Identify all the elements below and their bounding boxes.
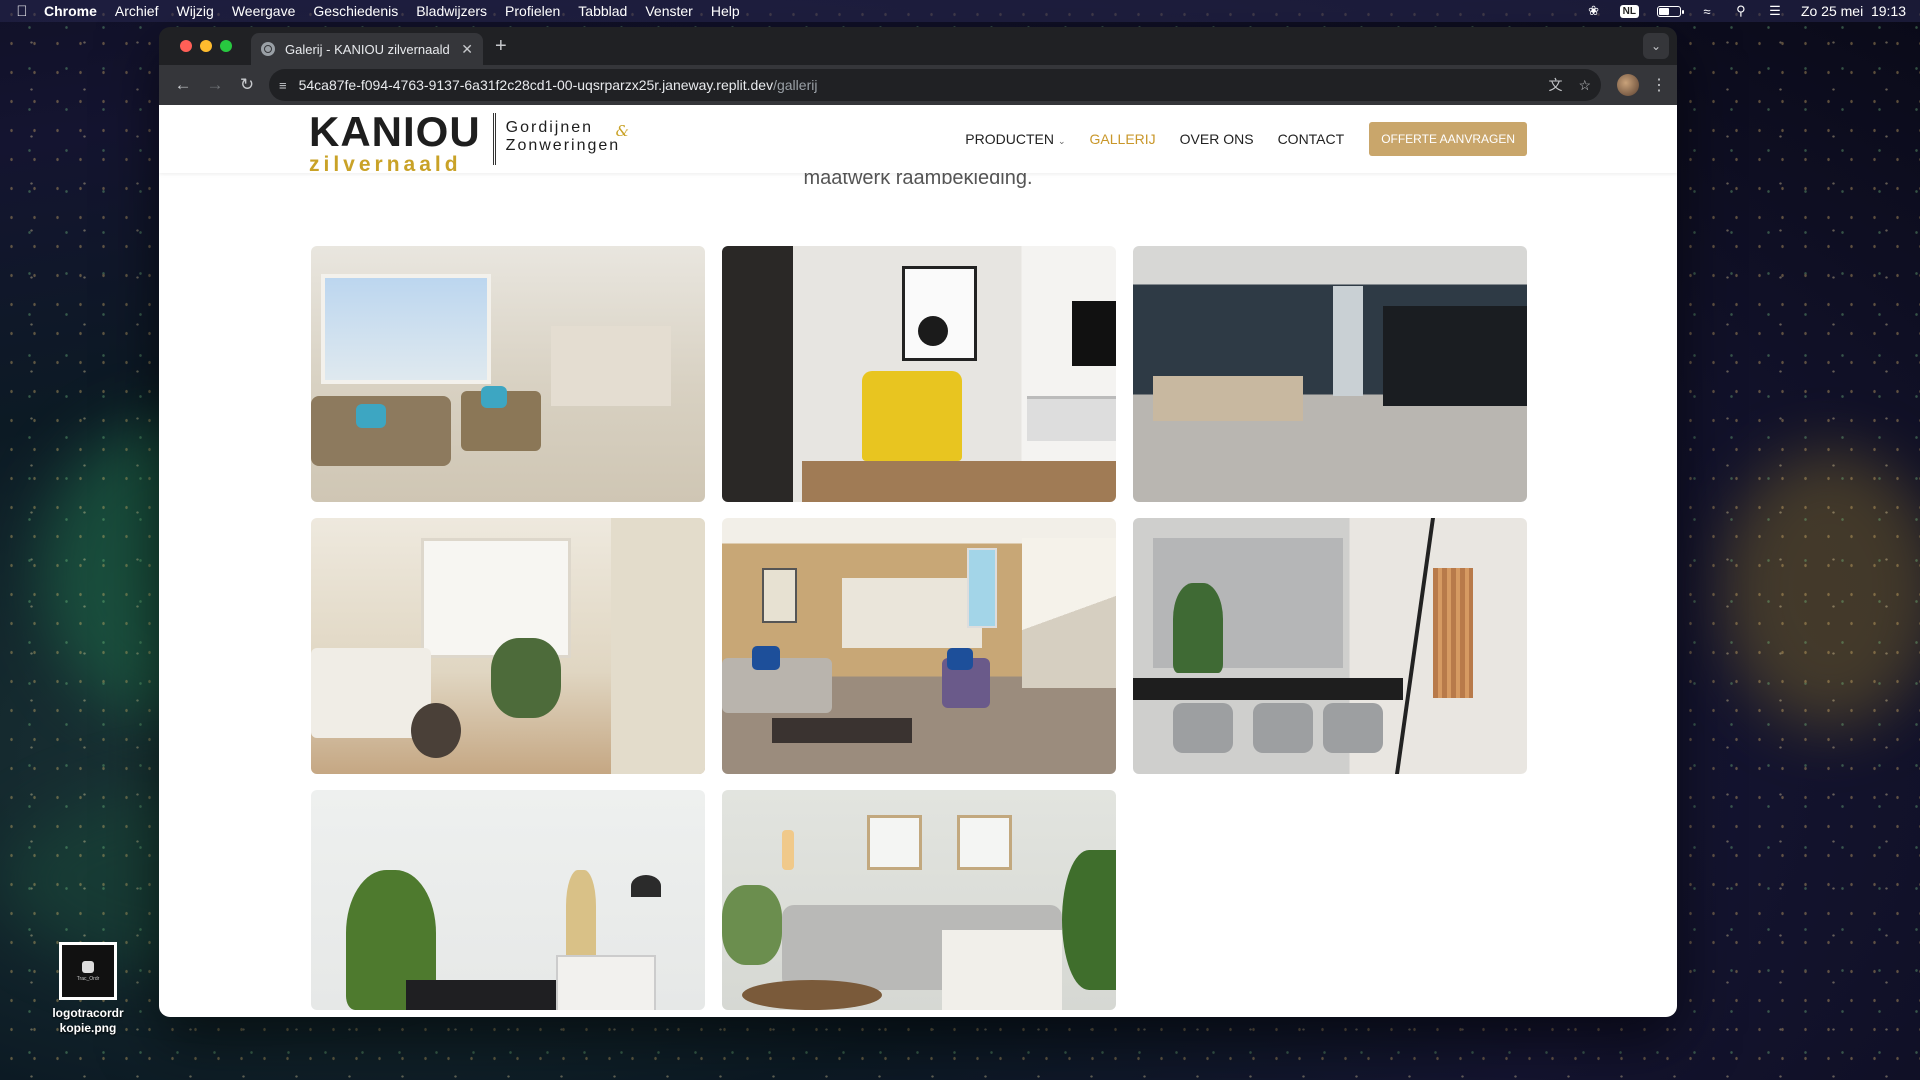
menu-app[interactable]: Chrome [44,3,97,19]
file-thumbnail: Trac_Ordr [59,942,117,1000]
gallery-image-boho-bedroom[interactable] [311,518,705,774]
site-header: KANIOU zilvernaald Gordijnen Zonweringen… [159,105,1677,176]
tab-search-chevron-icon[interactable]: ⌄ [1643,33,1669,59]
logo-subtitle: zilvernaald [309,153,462,176]
url-text[interactable]: 54ca87fe-f094-4763-9137-6a31f2c28cd1-00-… [299,77,1533,93]
main-nav: PRODUCTEN ⌄ GALLERIJ OVER ONS CONTACT OFF… [965,105,1527,173]
web-page: maatwerk raambekleding. KANIOU zilvernaa… [159,105,1677,1017]
input-source-badge[interactable]: NL [1619,4,1639,18]
address-bar[interactable]: ≡ 54ca87fe-f094-4763-9137-6a31f2c28cd1-0… [269,69,1601,101]
close-window-button[interactable] [180,40,192,52]
file-label: logotracordr kopie.png [52,1006,124,1035]
menu-bladwijzers[interactable]: Bladwijzers [416,3,487,19]
openai-icon[interactable]: ❀ [1586,3,1602,19]
apple-icon[interactable]:  [14,3,30,20]
browser-toolbar: ← → ↻ ≡ 54ca87fe-f094-4763-9137-6a31f2c2… [159,65,1677,105]
more-menu-icon[interactable]: ⋮ [1649,75,1669,95]
menu-geschiedenis[interactable]: Geschiedenis [313,3,398,19]
gallery-image-grey-sofa[interactable] [722,790,1116,1010]
back-arrow-icon[interactable]: ← [167,75,199,95]
tab-title: Galerij - KANIOU zilvernaald [285,41,450,57]
gallery-image-living-room-bright[interactable] [311,246,705,502]
logo-line-zonweringen: Zonweringen [505,136,621,154]
file-thumbnail-logo-icon [82,960,94,973]
desktop-file-icon[interactable]: Trac_Ordr logotracordr kopie.png [40,942,136,1036]
profile-avatar[interactable] [1617,74,1639,96]
browser-tab-active[interactable]: Galerij - KANIOU zilvernaald ✕ [251,33,483,65]
gallery-image-kitchen-living[interactable] [722,518,1116,774]
url-host: 54ca87fe-f094-4763-9137-6a31f2c28cd1-00-… [298,77,774,93]
menu-help[interactable]: Help [711,3,740,19]
nav-gallerij[interactable]: GALLERIJ [1090,131,1156,147]
minimize-window-button[interactable] [200,40,212,52]
logo-divider [492,113,496,165]
site-info-icon[interactable]: ≡ [279,78,287,93]
gallery-image-office-corridor[interactable] [1133,246,1527,502]
globe-icon [261,42,275,56]
chevron-down-icon: ⌄ [1057,136,1066,146]
browser-window: Galerij - KANIOU zilvernaald ✕ + ⌄ ← → ↻… [159,27,1677,1017]
menu-archief[interactable]: Archief [115,3,159,19]
control-center-icon[interactable]: ☰ [1767,3,1783,19]
logo-line-gordijnen: Gordijnen [505,119,594,136]
reload-icon[interactable]: ↻ [231,75,263,95]
menu-profielen[interactable]: Profielen [505,3,560,19]
logo-ampersand: & [615,122,632,140]
url-path: /gallerij [773,77,818,93]
menu-wijzig[interactable]: Wijzig [176,3,213,19]
new-tab-icon[interactable]: + [495,35,507,58]
menu-weergave[interactable]: Weergave [232,3,296,19]
menu-venster[interactable]: Venster [645,3,692,19]
logo-wordmark: KANIOU [309,108,481,155]
forward-arrow-icon[interactable]: → [199,75,231,95]
wifi-icon[interactable]: ≈ [1699,4,1715,19]
nav-producten-label: PRODUCTEN [965,131,1054,147]
translate-icon[interactable]: 文 [1548,75,1562,95]
window-controls [180,40,232,52]
nav-contact[interactable]: CONTACT [1278,131,1345,147]
close-tab-icon[interactable]: ✕ [461,41,473,58]
nav-producten[interactable]: PRODUCTEN ⌄ [965,131,1065,147]
site-logo[interactable]: KANIOU zilvernaald Gordijnen Zonweringen… [309,108,629,176]
menu-bar:  Chrome Archief Wijzig Weergave Geschie… [0,0,1920,22]
nav-over-ons[interactable]: OVER ONS [1180,131,1254,147]
menu-tabblad[interactable]: Tabblad [578,3,627,19]
gallery-image-minimal-plant-room[interactable] [311,790,705,1010]
menubar-clock[interactable]: Zo 25 mei 19:13 [1801,3,1906,19]
gallery-image-yellow-armchair[interactable] [722,246,1116,502]
bookmark-star-icon[interactable]: ☆ [1578,77,1591,94]
quote-request-button[interactable]: OFFERTE AANVRAGEN [1369,122,1527,156]
file-thumbnail-text: Trac_Ordr [76,975,100,982]
tab-strip: Galerij - KANIOU zilvernaald ✕ + ⌄ [159,27,1677,65]
zoom-window-button[interactable] [220,40,232,52]
spotlight-search-icon[interactable]: ⚲ [1733,3,1749,19]
gallery-image-modern-dining[interactable] [1133,518,1527,774]
battery-icon[interactable] [1656,5,1684,17]
